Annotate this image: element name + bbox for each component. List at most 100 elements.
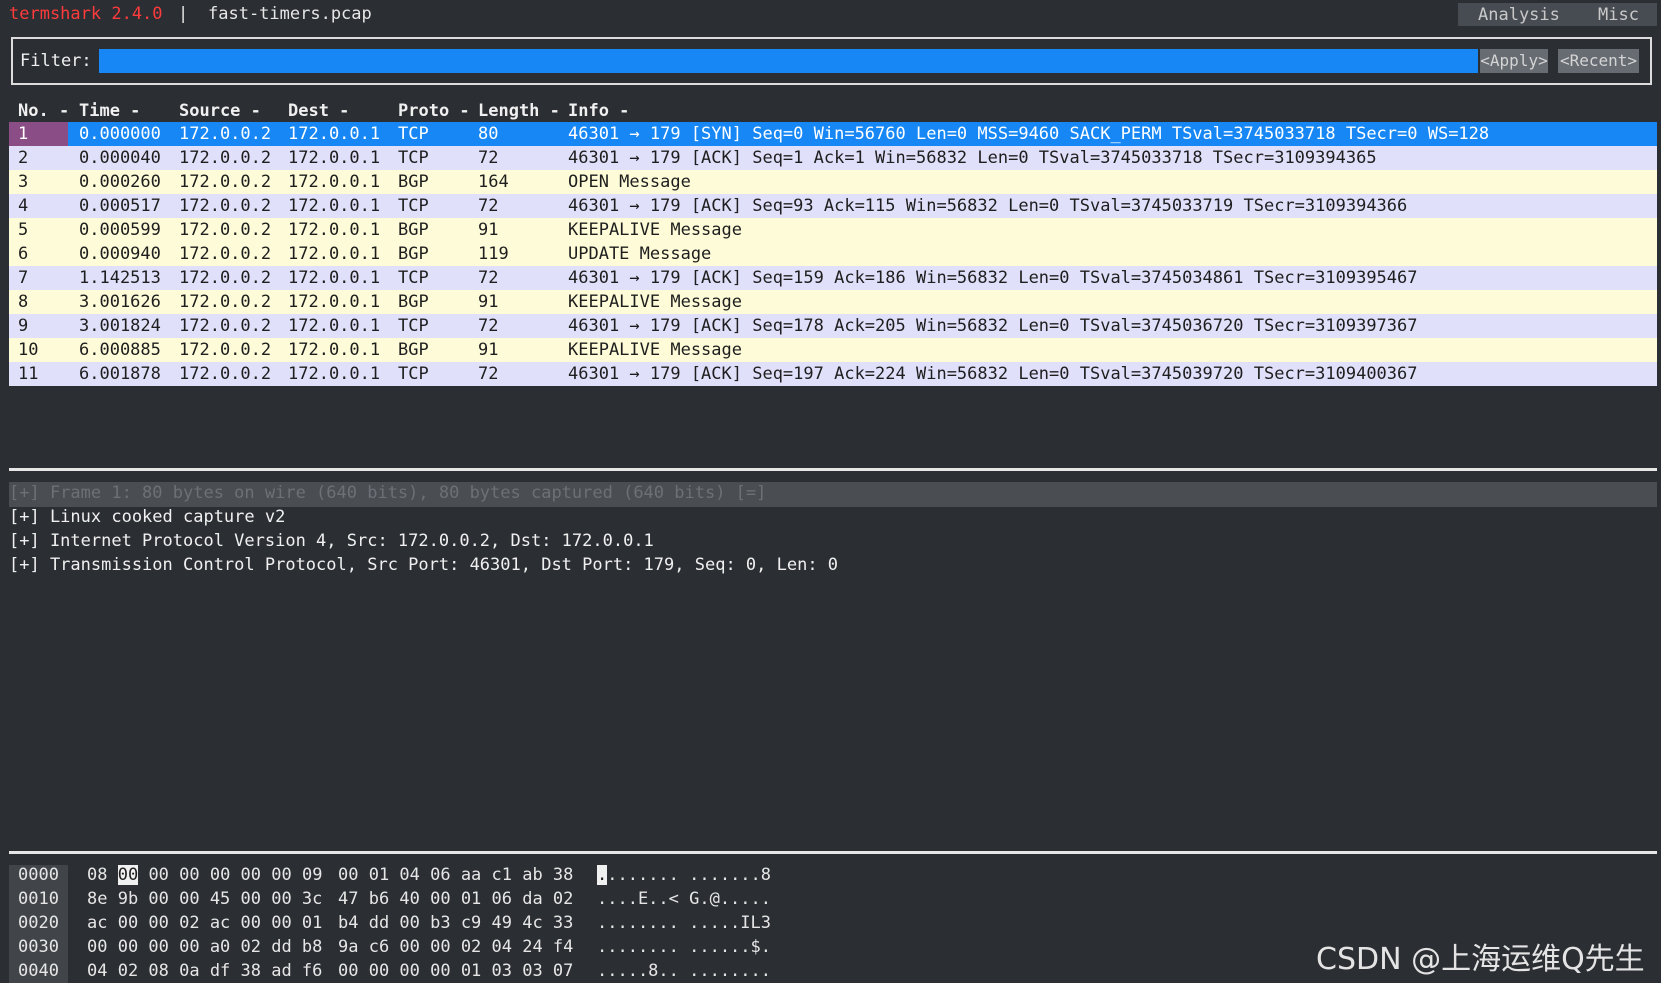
packet-length: 164 [478, 172, 509, 192]
packet-source: 172.0.0.2 [179, 220, 272, 240]
menu-analysis[interactable]: Analysis [1478, 5, 1560, 25]
packet-no: 9 [18, 316, 29, 336]
hex-bytes-second[interactable]: b4 dd 00 b3 c9 49 4c 33 [338, 913, 573, 933]
packet-row[interactable]: 3 0.000260 172.0.0.2 172.0.0.1 BGP 164 O… [9, 170, 1657, 194]
packet-row[interactable]: 4 0.000517 172.0.0.2 172.0.0.1 TCP 72 46… [9, 194, 1657, 218]
hex-ascii[interactable]: ........ .....IL3 [597, 913, 771, 933]
packet-proto: TCP [398, 364, 429, 384]
packet-proto: TCP [398, 316, 429, 336]
packet-source: 172.0.0.2 [179, 268, 272, 288]
packet-no: 1 [9, 122, 68, 146]
packet-row[interactable]: 7 1.142513 172.0.0.2 172.0.0.1 TCP 72 46… [9, 266, 1657, 290]
packet-no: 8 [18, 292, 29, 312]
hex-ascii[interactable]: ........ .......8 [597, 865, 771, 885]
packet-source: 172.0.0.2 [179, 148, 272, 168]
hex-ascii[interactable]: ........ ......$. [597, 937, 771, 957]
hex-bytes-first[interactable]: 04 02 08 0a df 38 ad f6 [87, 961, 322, 981]
hex-bytes-first[interactable]: 08 00 00 00 00 00 00 09 [87, 865, 322, 885]
hex-bytes-first[interactable]: ac 00 00 02 ac 00 00 01 [87, 913, 322, 933]
hex-bytes-first[interactable]: 8e 9b 00 00 45 00 00 3c [87, 889, 322, 909]
detail-frame[interactable]: [+] Frame 1: 80 bytes on wire (640 bits)… [9, 482, 1657, 507]
packet-source: 172.0.0.2 [179, 172, 272, 192]
packet-no: 4 [18, 196, 29, 216]
packet-no: 6 [18, 244, 29, 264]
packet-row[interactable]: 8 3.001626 172.0.0.2 172.0.0.1 BGP 91 KE… [9, 290, 1657, 314]
packet-time: 0.000040 [79, 148, 161, 168]
packet-info: OPEN Message [568, 172, 691, 192]
packet-dest: 172.0.0.1 [288, 268, 381, 288]
packet-row[interactable]: 9 3.001824 172.0.0.2 172.0.0.1 TCP 72 46… [9, 314, 1657, 338]
packet-dest: 172.0.0.1 [288, 124, 381, 144]
packet-time: 0.000260 [79, 172, 161, 192]
packet-proto: BGP [398, 340, 429, 360]
menu-misc[interactable]: Misc [1598, 5, 1639, 25]
column-header-time[interactable]: Time - [79, 101, 140, 121]
packet-source: 172.0.0.2 [179, 244, 272, 264]
hex-bytes-first[interactable]: 00 00 00 00 a0 02 dd b8 [87, 937, 322, 957]
packet-row-selected[interactable]: 1 0.000000 172.0.0.2 172.0.0.1 TCP 80 46… [9, 122, 1657, 146]
column-header-info[interactable]: Info - [568, 101, 629, 121]
packet-row[interactable]: 6 0.000940 172.0.0.2 172.0.0.1 BGP 119 U… [9, 242, 1657, 266]
watermark: CSDN @上海运维Q先生 [1316, 942, 1645, 977]
hex-offset: 0040 [9, 961, 68, 983]
pane-divider[interactable] [9, 468, 1657, 471]
filter-input[interactable] [99, 49, 1478, 73]
hex-bytes-second[interactable]: 9a c6 00 00 02 04 24 f4 [338, 937, 573, 957]
recent-button[interactable]: <Recent> [1558, 49, 1639, 73]
ascii-rest[interactable]: ....... .......8 [607, 865, 771, 885]
packet-info: 46301 → 179 [ACK] Seq=178 Ack=205 Win=56… [568, 316, 1418, 336]
packet-time: 0.000940 [79, 244, 161, 264]
hex-ascii[interactable]: .....8.. ........ [597, 961, 771, 981]
detail-linux-cooked[interactable]: [+] Linux cooked capture v2 [9, 507, 285, 527]
column-header-proto[interactable]: Proto - [398, 101, 470, 121]
hex-bytes-second[interactable]: 00 01 04 06 aa c1 ab 38 [338, 865, 573, 885]
packet-time: 0.000000 [79, 124, 161, 144]
packet-no: 3 [18, 172, 29, 192]
packet-time: 6.001878 [79, 364, 161, 384]
hex-offset: 0010 [9, 889, 68, 913]
hex-bytes-second[interactable]: 47 b6 40 00 01 06 da 02 [338, 889, 573, 909]
apply-button[interactable]: <Apply> [1480, 49, 1548, 73]
pane-divider[interactable] [9, 851, 1657, 854]
packet-length: 80 [478, 124, 499, 144]
packet-dest: 172.0.0.1 [288, 292, 381, 312]
column-header-length[interactable]: Length - [478, 101, 560, 121]
hex-byte[interactable]: 08 [87, 865, 118, 885]
hex-ascii[interactable]: ....E..< G.@..... [597, 889, 771, 909]
hex-bytes-rest[interactable]: 00 00 00 00 00 09 [138, 865, 322, 885]
file-name: fast-timers.pcap [208, 4, 372, 24]
packet-no: 5 [18, 220, 29, 240]
menu-bar: Analysis Misc [1458, 3, 1657, 26]
packet-no: 10 [18, 340, 39, 360]
ascii-char-selected[interactable]: . [597, 865, 608, 885]
packet-dest: 172.0.0.1 [288, 340, 381, 360]
column-header-no[interactable]: No. - [18, 101, 69, 121]
column-header-dest[interactable]: Dest - [288, 101, 349, 121]
packet-length: 91 [478, 292, 499, 312]
packet-proto: BGP [398, 292, 429, 312]
packet-info: 46301 → 179 [ACK] Seq=1 Ack=1 Win=56832 … [568, 148, 1377, 168]
packet-length: 72 [478, 148, 499, 168]
hex-byte-selected[interactable]: 00 [117, 865, 139, 885]
packet-row[interactable]: 5 0.000599 172.0.0.2 172.0.0.1 BGP 91 KE… [9, 218, 1657, 242]
packet-no: 2 [18, 148, 29, 168]
packet-dest: 172.0.0.1 [288, 244, 381, 264]
column-header-source[interactable]: Source - [179, 101, 261, 121]
packet-proto: BGP [398, 172, 429, 192]
hex-bytes-second[interactable]: 00 00 00 00 01 03 03 07 [338, 961, 573, 981]
packet-info: 46301 → 179 [ACK] Seq=159 Ack=186 Win=56… [568, 268, 1418, 288]
detail-ipv4[interactable]: [+] Internet Protocol Version 4, Src: 17… [9, 531, 654, 551]
packet-source: 172.0.0.2 [179, 292, 272, 312]
packet-proto: TCP [398, 196, 429, 216]
packet-time: 0.000599 [79, 220, 161, 240]
hex-offset: 0030 [9, 937, 68, 961]
packet-row[interactable]: 11 6.001878 172.0.0.2 172.0.0.1 TCP 72 4… [9, 362, 1657, 386]
packet-info: UPDATE Message [568, 244, 712, 264]
packet-info: KEEPALIVE Message [568, 220, 742, 240]
packet-dest: 172.0.0.1 [288, 220, 381, 240]
title-separator: | [178, 4, 189, 24]
packet-row[interactable]: 10 6.000885 172.0.0.2 172.0.0.1 BGP 91 K… [9, 338, 1657, 362]
packet-row[interactable]: 2 0.000040 172.0.0.2 172.0.0.1 TCP 72 46… [9, 146, 1657, 170]
filter-label: Filter: [20, 51, 92, 71]
detail-tcp[interactable]: [+] Transmission Control Protocol, Src P… [9, 555, 838, 575]
